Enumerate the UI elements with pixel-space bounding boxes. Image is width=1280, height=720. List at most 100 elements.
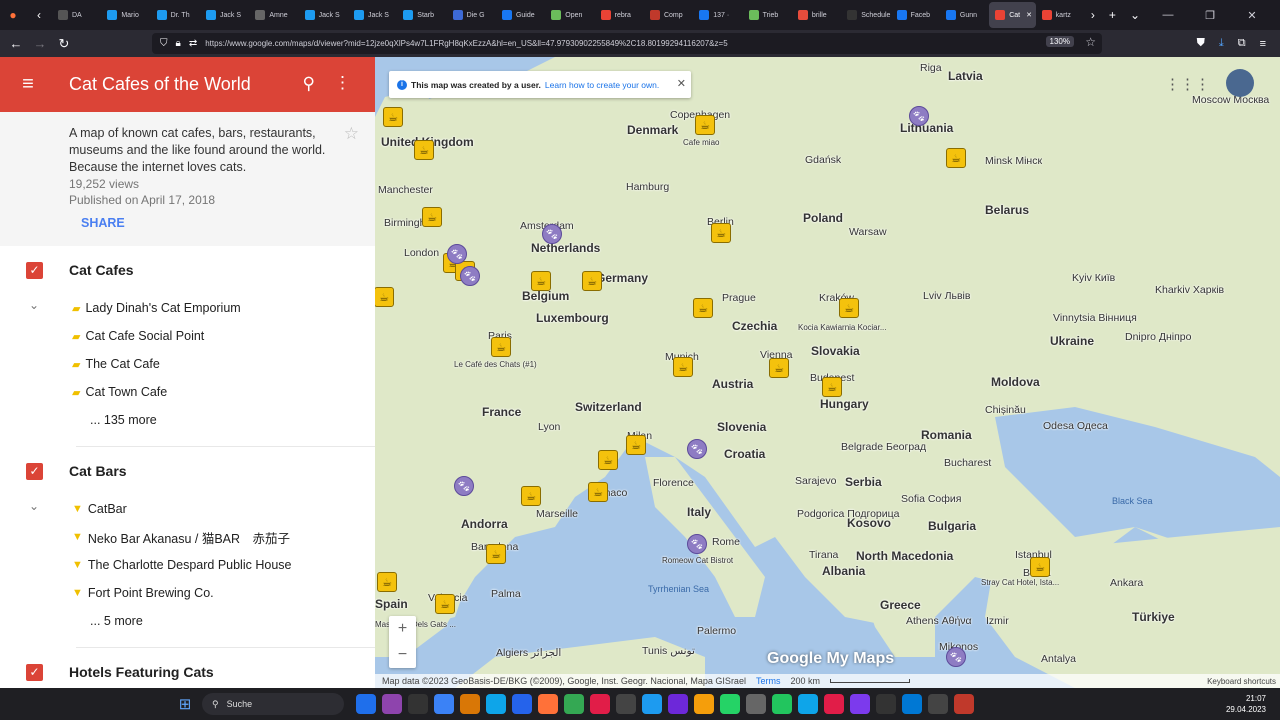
cat-cafe-marker-icon[interactable]: ☕︎ bbox=[422, 207, 442, 227]
taskbar-app-icon[interactable] bbox=[616, 694, 636, 714]
back-icon[interactable]: ← bbox=[4, 36, 28, 51]
restore-button[interactable]: ❐ bbox=[1196, 9, 1224, 22]
google-apps-icon[interactable]: ⋮⋮⋮ bbox=[1165, 75, 1210, 93]
layer-header[interactable]: ✓ Cat Bars bbox=[26, 447, 375, 495]
taskbar-app-icon[interactable] bbox=[798, 694, 818, 714]
taskbar-app-icon[interactable] bbox=[356, 694, 376, 714]
tab-scroll-right-icon[interactable]: › bbox=[1091, 8, 1095, 22]
taskbar-app-icon[interactable] bbox=[434, 694, 454, 714]
reload-icon[interactable]: ↻ bbox=[52, 36, 76, 52]
system-clock[interactable]: 21:07 29.04.2023 bbox=[1226, 693, 1266, 715]
cat-cafe-marker-icon[interactable]: ☕︎ bbox=[626, 435, 646, 455]
cat-venue-marker-icon[interactable]: 🐾︎ bbox=[687, 439, 707, 459]
cat-venue-marker-icon[interactable]: 🐾︎ bbox=[447, 244, 467, 264]
layer-checkbox[interactable]: ✓ bbox=[26, 261, 43, 279]
downloads-icon[interactable]: ⤓ bbox=[1219, 37, 1224, 50]
browser-tab[interactable]: Jack S bbox=[299, 2, 348, 28]
cat-cafe-marker-icon[interactable]: ☕︎ bbox=[1030, 557, 1050, 577]
cat-cafe-marker-icon[interactable]: ☕︎ bbox=[822, 377, 842, 397]
app-menu-icon[interactable]: ≡ bbox=[1260, 38, 1266, 50]
layer-item[interactable]: ▼ The Charlotte Despard Public House bbox=[26, 551, 375, 579]
browser-tab[interactable]: Mario bbox=[101, 2, 150, 28]
close-notice-icon[interactable]: ✕ bbox=[677, 77, 686, 90]
cat-cafe-marker-icon[interactable]: ☕︎ bbox=[693, 298, 713, 318]
browser-tab[interactable]: kartz bbox=[1036, 2, 1085, 28]
scale-bar[interactable]: 200 km bbox=[790, 676, 820, 686]
layer-item[interactable]: ▼ Fort Point Brewing Co. bbox=[26, 579, 375, 607]
cat-cafe-marker-icon[interactable]: ☕︎ bbox=[414, 140, 434, 160]
cat-venue-marker-icon[interactable]: 🐾︎ bbox=[454, 476, 474, 496]
cat-venue-marker-icon[interactable]: 🐾︎ bbox=[687, 534, 707, 554]
shield-icon[interactable]: ⛉ bbox=[160, 38, 168, 49]
taskbar-app-icon[interactable] bbox=[928, 694, 948, 714]
layer-checkbox[interactable]: ✓ bbox=[26, 462, 43, 480]
layer-item[interactable]: ▰ Lady Dinah's Cat Emporium bbox=[26, 294, 375, 322]
layer-item[interactable]: ▼ CatBar bbox=[26, 495, 375, 523]
browser-tab[interactable]: brille bbox=[792, 2, 841, 28]
zoom-level-badge[interactable]: 130% bbox=[1045, 36, 1074, 47]
cat-cafe-marker-icon[interactable]: ☕︎ bbox=[486, 544, 506, 564]
browser-tab[interactable]: Dr. Th bbox=[151, 2, 200, 28]
taskbar-app-icon[interactable] bbox=[902, 694, 922, 714]
browser-tab[interactable]: Open bbox=[545, 2, 594, 28]
cat-cafe-marker-icon[interactable]: ☕︎ bbox=[946, 148, 966, 168]
browser-tab[interactable]: Jack S bbox=[348, 2, 397, 28]
cat-cafe-marker-icon[interactable]: ☕︎ bbox=[673, 357, 693, 377]
taskbar-app-icon[interactable] bbox=[460, 694, 480, 714]
url-text[interactable]: https://www.google.com/maps/d/viewer?mid… bbox=[205, 39, 727, 48]
layer-header[interactable]: ✓ Hotels Featuring Cats bbox=[26, 648, 375, 688]
browser-tab[interactable]: 137 · bbox=[693, 2, 742, 28]
browser-tab[interactable]: DA bbox=[52, 2, 101, 28]
browser-tab[interactable]: Faceb bbox=[891, 2, 940, 28]
star-icon[interactable]: ☆ bbox=[344, 124, 359, 144]
more-options-icon[interactable]: ⋮ bbox=[334, 73, 351, 93]
layer-item[interactable]: ▼ Neko Bar Akanasu / 猫BAR 赤茄子 bbox=[26, 523, 375, 551]
browser-tab[interactable]: Schedule bbox=[841, 2, 890, 28]
url-bar[interactable]: ⛉ 🔒︎ ⇄ https://www.google.com/maps/d/vie… bbox=[152, 33, 1102, 54]
taskbar-app-icon[interactable] bbox=[720, 694, 740, 714]
create-own-link[interactable]: Learn how to create your own. bbox=[545, 80, 659, 90]
windows-start-icon[interactable]: ⊞ bbox=[170, 695, 200, 713]
cat-cafe-marker-icon[interactable]: ☕︎ bbox=[769, 358, 789, 378]
map-canvas[interactable]: Latvia Lithuania Denmark United Kingdom Bela… bbox=[375, 57, 1280, 688]
firefox-icon[interactable]: ● bbox=[0, 0, 26, 30]
browser-tab[interactable]: Guide bbox=[496, 2, 545, 28]
pocket-icon[interactable]: ⛊ bbox=[1197, 37, 1205, 50]
bookmark-star-icon[interactable]: ☆ bbox=[1085, 35, 1096, 49]
cat-cafe-marker-icon[interactable]: ☕︎ bbox=[588, 482, 608, 502]
share-button[interactable]: SHARE bbox=[81, 216, 125, 230]
taskbar-app-icon[interactable] bbox=[876, 694, 896, 714]
new-tab-button[interactable]: + bbox=[1109, 8, 1116, 22]
taskbar-app-icon[interactable] bbox=[850, 694, 870, 714]
cat-cafe-marker-icon[interactable]: ☕︎ bbox=[531, 271, 551, 291]
browser-tab[interactable]: Gunn bbox=[940, 2, 989, 28]
close-window-button[interactable]: ✕ bbox=[1238, 9, 1266, 22]
taskbar-app-icon[interactable] bbox=[408, 694, 428, 714]
layer-item[interactable]: ▰ Cat Town Cafe bbox=[26, 378, 375, 406]
browser-tab[interactable]: Amne bbox=[249, 2, 298, 28]
browser-tab[interactable]: rebra bbox=[595, 2, 644, 28]
cat-cafe-marker-icon[interactable]: ☕︎ bbox=[435, 594, 455, 614]
taskbar-app-icon[interactable] bbox=[954, 694, 974, 714]
permissions-icon[interactable]: ⇄ bbox=[189, 38, 197, 49]
taskbar-app-icon[interactable] bbox=[486, 694, 506, 714]
show-more-link[interactable]: ... 135 more bbox=[26, 406, 375, 434]
taskbar-search[interactable]: ⚲ Suche bbox=[202, 693, 344, 715]
taskbar-app-icon[interactable] bbox=[772, 694, 792, 714]
browser-tab[interactable]: Comp bbox=[644, 2, 693, 28]
taskbar-app-icon[interactable] bbox=[668, 694, 688, 714]
browser-tab[interactable]: Die G bbox=[447, 2, 496, 28]
taskbar-app-icon[interactable] bbox=[824, 694, 844, 714]
search-icon[interactable]: ⚲ bbox=[303, 74, 315, 94]
close-tab-icon[interactable]: ✕ bbox=[1026, 11, 1032, 19]
cat-venue-marker-icon[interactable]: 🐾︎ bbox=[946, 647, 966, 667]
layer-item[interactable]: ▰ Cat Cafe Social Point bbox=[26, 322, 375, 350]
collapse-chevron-icon[interactable]: ⌄ bbox=[29, 499, 39, 513]
layer-header[interactable]: ✓ Cat Cafes bbox=[26, 246, 375, 294]
forward-icon[interactable]: → bbox=[28, 36, 52, 51]
cat-cafe-marker-icon[interactable]: ☕︎ bbox=[695, 115, 715, 135]
taskbar-app-icon[interactable] bbox=[694, 694, 714, 714]
browser-tab[interactable]: Trieb bbox=[743, 2, 792, 28]
zoom-in-button[interactable]: + bbox=[389, 616, 416, 642]
taskbar-app-icon[interactable] bbox=[746, 694, 766, 714]
